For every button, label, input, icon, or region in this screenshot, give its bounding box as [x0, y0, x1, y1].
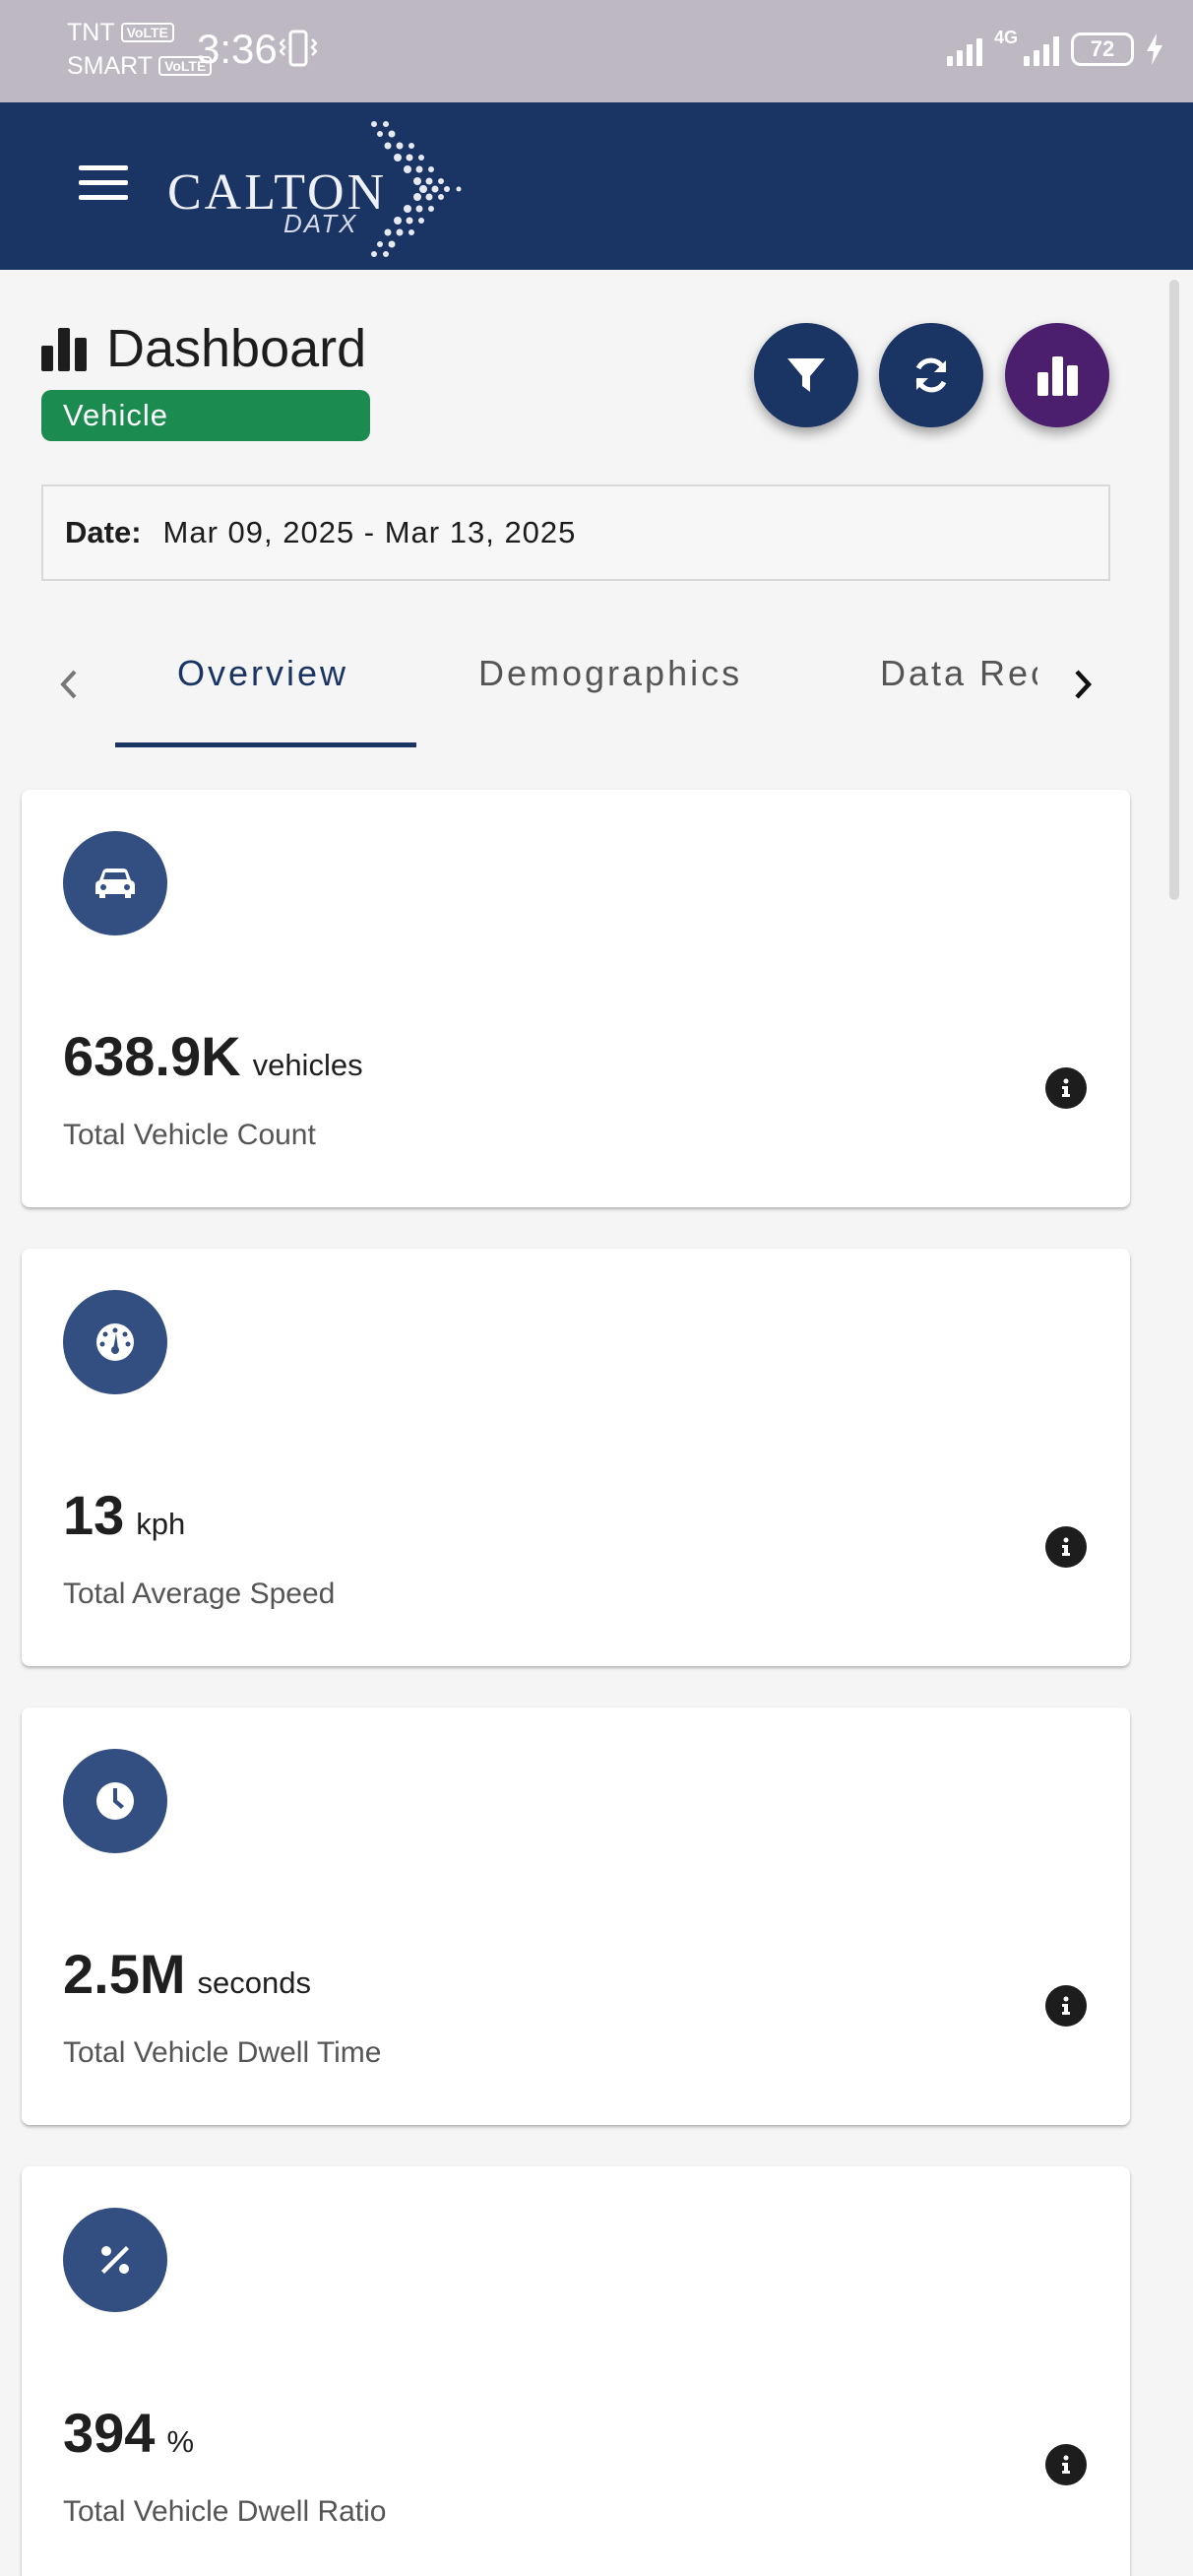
- app-header: CALTON DATX: [0, 102, 1193, 270]
- filter-button[interactable]: [754, 323, 858, 427]
- info-icon[interactable]: [1045, 1985, 1087, 2027]
- chevron-left-icon[interactable]: [49, 656, 89, 713]
- carrier-2-name: SMART: [67, 52, 154, 80]
- carrier-1-name: TNT: [67, 19, 115, 46]
- percent-icon: [101, 2246, 129, 2274]
- card-label: Total Average Speed: [63, 1578, 336, 1610]
- carrier-1: TNT VoLTE: [67, 16, 212, 49]
- bar-chart-icon: [41, 328, 87, 371]
- signal-icon: [946, 32, 982, 66]
- info-glyph: [1062, 1996, 1070, 2015]
- info-glyph: [1062, 2455, 1070, 2474]
- tab-indicator: [115, 742, 416, 747]
- card-value: 2.5M: [63, 1943, 186, 2005]
- calton-datx-logo: CALTON DATX: [167, 112, 492, 260]
- stat-card-dwell-time: 2.5M seconds Total Vehicle Dwell Time: [22, 1707, 1130, 2125]
- card-icon: [63, 1290, 167, 1394]
- network-type: 4G: [993, 28, 1018, 47]
- info-icon[interactable]: [1045, 1526, 1087, 1568]
- vehicle-badge: Vehicle: [41, 390, 370, 441]
- volte-badge: VoLTE: [120, 23, 174, 42]
- battery-icon: 72: [1071, 32, 1134, 66]
- carrier-info: TNT VoLTE SMART VoLTE: [67, 16, 213, 83]
- refresh-button[interactable]: [879, 323, 983, 427]
- tab-demographics[interactable]: Demographics: [478, 648, 742, 699]
- card-unit: vehicles: [252, 1048, 363, 1082]
- card-value-row: 638.9K vehicles: [63, 1024, 363, 1088]
- info-glyph: [1062, 1537, 1070, 1556]
- date-value: Mar 09, 2025 - Mar 13, 2025: [162, 515, 577, 549]
- info-icon[interactable]: [1045, 2444, 1087, 2485]
- card-value: 638.9K: [63, 1025, 241, 1087]
- bar-chart-icon: [1037, 356, 1078, 396]
- filter-icon: [787, 358, 825, 392]
- speedometer-icon: [96, 1323, 134, 1361]
- vibrate-icon: [280, 30, 317, 67]
- hamburger-menu-icon[interactable]: [79, 165, 128, 207]
- date-range: Date: Mar 09, 2025 - Mar 13, 2025: [41, 484, 1110, 581]
- card-value-row: 2.5M seconds: [63, 1942, 311, 2006]
- card-value: 394: [63, 2402, 156, 2464]
- chevron-right-icon[interactable]: [1063, 656, 1102, 713]
- stat-card-vehicle-count: 638.9K vehicles Total Vehicle Count: [22, 790, 1130, 1207]
- card-value-row: 13 kph: [63, 1483, 185, 1547]
- status-time: 3:36: [197, 26, 278, 72]
- clock-icon: [96, 1782, 134, 1820]
- card-value: 13: [63, 1484, 125, 1546]
- card-icon: [63, 1749, 167, 1853]
- status-bar: TNT VoLTE SMART VoLTE 3:36 4G 72: [0, 0, 1193, 102]
- card-value-row: 394 %: [63, 2401, 194, 2465]
- card-label: Total Vehicle Dwell Ratio: [63, 2495, 387, 2528]
- charging-icon: [1147, 33, 1162, 65]
- carrier-2: SMART VoLTE: [67, 49, 213, 83]
- signal-icon-2: [1024, 32, 1059, 66]
- card-icon: [63, 2208, 167, 2312]
- info-glyph: [1062, 1078, 1070, 1097]
- status-right: 4G 72: [946, 28, 1163, 71]
- refresh-icon: [915, 357, 947, 393]
- tab-data-records[interactable]: Data Records: [880, 648, 1037, 699]
- car-icon: [95, 869, 135, 898]
- logo-subtext: DATX: [283, 209, 358, 238]
- stat-card-average-speed: 13 kph Total Average Speed: [22, 1249, 1130, 1666]
- card-label: Total Vehicle Count: [63, 1119, 316, 1151]
- card-unit: seconds: [197, 1965, 311, 2000]
- card-icon: [63, 831, 167, 935]
- stat-card-dwell-ratio: 394 % Total Vehicle Dwell Ratio: [22, 2166, 1130, 2576]
- page-title-row: Dashboard: [39, 319, 366, 378]
- card-unit: kph: [136, 1507, 186, 1541]
- card-label: Total Vehicle Dwell Time: [63, 2036, 382, 2069]
- date-label: Date:: [65, 515, 142, 549]
- scrollbar[interactable]: [1169, 280, 1179, 900]
- card-unit: %: [166, 2424, 195, 2459]
- tab-overview[interactable]: Overview: [177, 648, 348, 699]
- chart-button[interactable]: [1005, 323, 1109, 427]
- tab-bar: Overview Demographics Data Records: [0, 618, 1122, 750]
- page-title: Dashboard: [106, 319, 367, 378]
- info-icon[interactable]: [1045, 1067, 1087, 1109]
